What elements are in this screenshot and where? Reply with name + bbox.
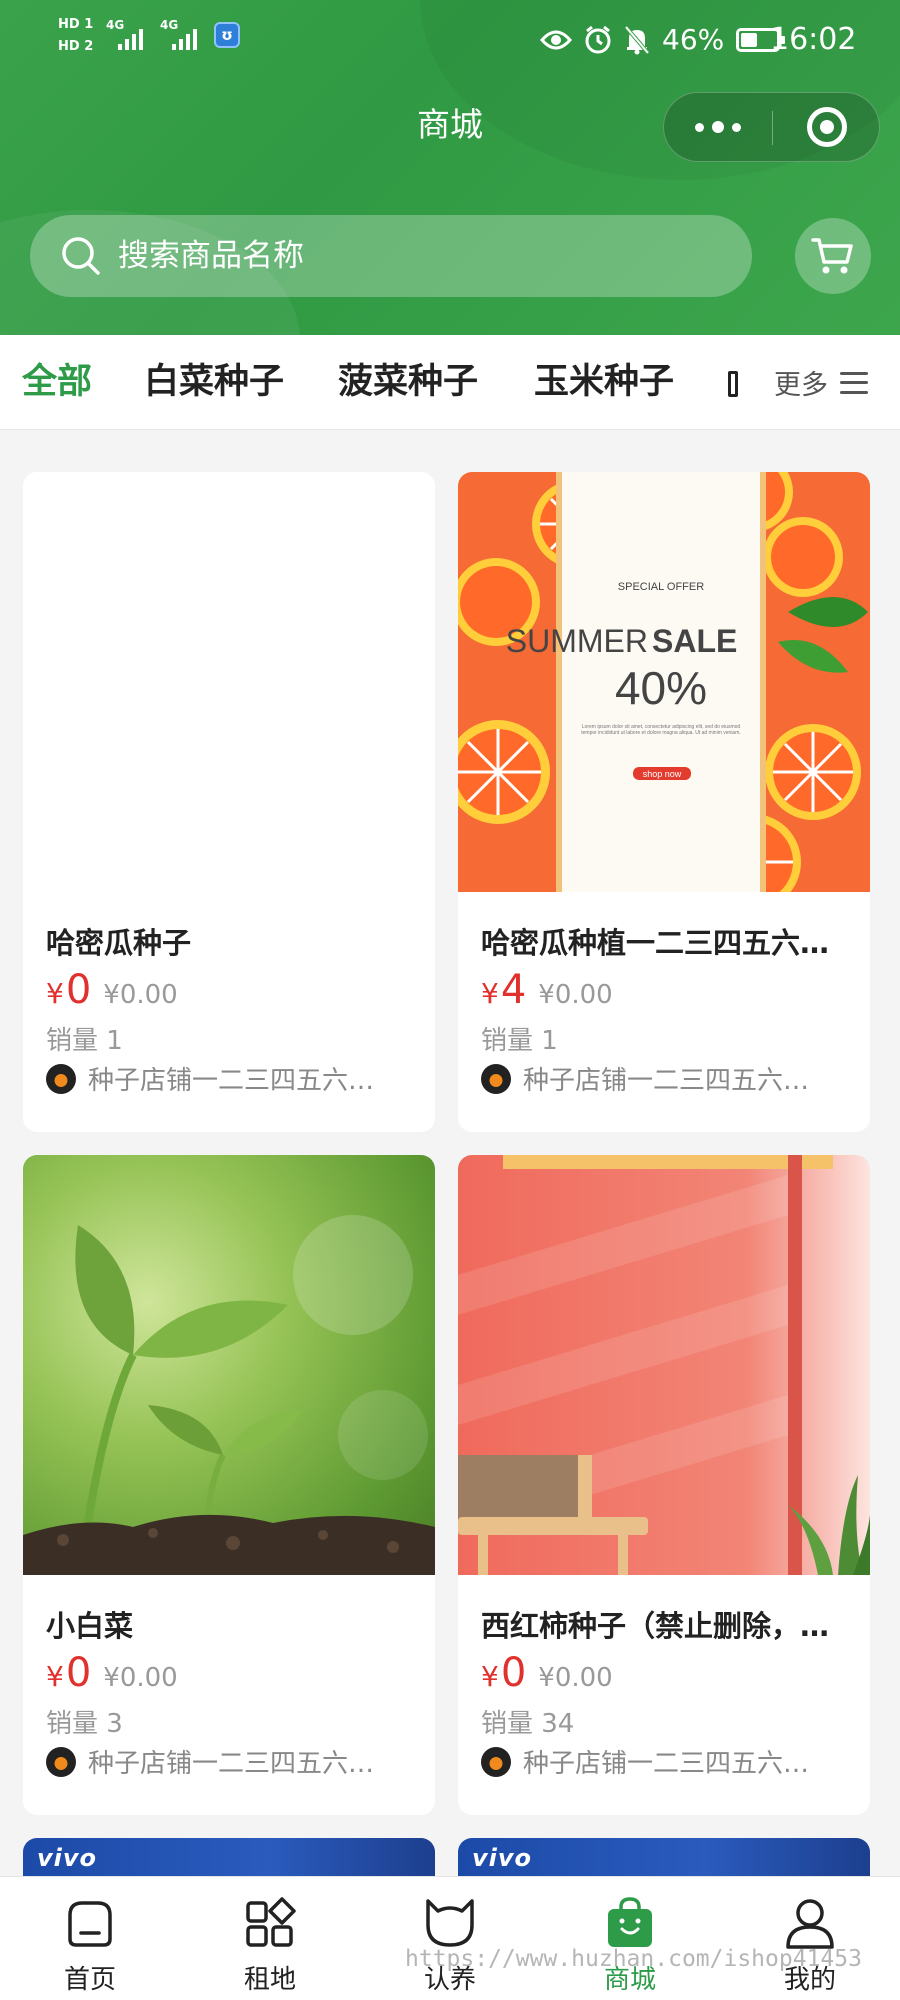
- status-icons: 46%: [540, 20, 786, 60]
- alarm-icon: [585, 25, 611, 54]
- product-card[interactable]: 西红柿种子（禁止删除，… ¥0 ¥0.00 销量 34 种子店铺一二三四五六…: [458, 1155, 870, 1815]
- shop-info[interactable]: 种子店铺一二三四五六…: [481, 1743, 851, 1780]
- vivo-logo: vivo: [37, 1844, 98, 1872]
- search-placeholder: 搜索商品名称: [118, 238, 304, 274]
- shop-name: 种子店铺一二三四五六…: [523, 1749, 810, 1779]
- percent-text: 40%: [615, 662, 707, 714]
- grid-icon: [246, 1897, 296, 1947]
- status-time: 16:02: [770, 22, 857, 57]
- tab-cabbage-seeds[interactable]: 白菜种子: [144, 335, 284, 430]
- hd2-label: HD 2: [58, 39, 94, 54]
- hd-indicators: HD 1 HD 2: [58, 14, 102, 58]
- tab-overflow-fragment: [728, 371, 738, 397]
- tab-corn-seeds[interactable]: 玉米种子: [534, 335, 674, 430]
- more-label: 更多: [774, 370, 828, 401]
- product-name: 西红柿种子（禁止删除，…: [481, 1609, 830, 1643]
- close-target-icon[interactable]: [773, 93, 881, 161]
- shop-info[interactable]: 种子店铺一二三四五六…: [46, 1743, 416, 1780]
- product-price: ¥0 ¥0.00: [481, 1650, 613, 1696]
- bottom-navigation: 首页 租地 认养 商城 我的: [0, 1876, 900, 2000]
- product-name: 小白菜: [46, 1609, 134, 1643]
- cat-icon: [426, 1899, 474, 1947]
- status-bar: HD 1 HD 2 4G 4G ʊ 46% 16:02: [0, 0, 900, 80]
- shop-logo: [46, 1063, 76, 1094]
- vivo-logo: vivo: [472, 1844, 533, 1872]
- original-price: ¥0.00: [538, 980, 613, 1010]
- battery-percent: 46%: [662, 23, 725, 56]
- signal-icon: 4G: [160, 18, 206, 50]
- search-icon: [62, 237, 100, 275]
- special-offer-text: SPECIAL OFFER: [618, 581, 704, 593]
- shop-logo: [481, 1063, 511, 1094]
- shop-logo: [481, 1746, 511, 1777]
- original-price: ¥0.00: [538, 1663, 613, 1693]
- original-price: ¥0.00: [103, 980, 178, 1010]
- product-card[interactable]: SPECIAL OFFER SUMMER SALE 40% Lorem ipsu…: [458, 472, 870, 1132]
- product-price: ¥0 ¥0.00: [46, 967, 178, 1013]
- sales-count: 销量 3: [46, 1709, 123, 1739]
- cart-button[interactable]: [795, 218, 871, 294]
- shop-logo: [46, 1746, 76, 1777]
- product-image-summer-sale: SPECIAL OFFER SUMMER SALE 40% Lorem ipsu…: [458, 472, 870, 892]
- nav-item-mine[interactable]: 我的: [730, 1877, 890, 2000]
- product-image-melon: [23, 472, 435, 892]
- product-image-sprout: [23, 1155, 435, 1575]
- more-dots-icon[interactable]: [664, 93, 772, 161]
- home-icon: [68, 1901, 112, 1947]
- shop-info[interactable]: 种子店铺一二三四五六…: [481, 1060, 851, 1097]
- product-image-room: [458, 1155, 870, 1575]
- sales-count: 销量 1: [46, 1026, 123, 1056]
- shop-now-text: shop now: [643, 769, 682, 779]
- signal-icon: 4G: [106, 18, 152, 50]
- mini-program-capsule: [663, 92, 880, 162]
- hd1-label: HD 1: [58, 17, 94, 32]
- product-card[interactable]: 哈密瓜种子 ¥0 ¥0.00 销量 1 种子店铺一二三四五六…: [23, 472, 435, 1132]
- more-categories-button[interactable]: 更多: [774, 335, 868, 430]
- shop-info[interactable]: 种子店铺一二三四五六…: [46, 1060, 416, 1097]
- shopping-bag-icon: [608, 1897, 652, 1947]
- shop-name: 种子店铺一二三四五六…: [523, 1066, 810, 1096]
- app-notification-icon: ʊ: [214, 22, 240, 48]
- nav-item-mall[interactable]: 商城: [550, 1877, 710, 2000]
- original-price: ¥0.00: [103, 1663, 178, 1693]
- user-icon: [786, 1899, 834, 1949]
- product-price: ¥4 ¥0.00: [481, 967, 613, 1013]
- cart-icon: [811, 238, 853, 274]
- nav-item-rent-land[interactable]: 租地: [190, 1877, 350, 2000]
- lorem-text: Lorem ipsum dolor sit amet, consectetur …: [581, 724, 741, 736]
- tab-spinach-seeds[interactable]: 菠菜种子: [338, 335, 478, 430]
- shop-name: 种子店铺一二三四五六…: [88, 1066, 375, 1096]
- nav-item-adopt[interactable]: 认养: [370, 1877, 530, 2000]
- search-input[interactable]: 搜索商品名称: [30, 215, 752, 297]
- menu-icon: [840, 371, 868, 394]
- eye-icon: [540, 30, 572, 50]
- shop-name: 种子店铺一二三四五六…: [88, 1749, 375, 1779]
- nav-item-home[interactable]: 首页: [10, 1877, 170, 2000]
- watermark: https://www.huzhan.com/ishop41453: [405, 1946, 862, 1972]
- header: HD 1 HD 2 4G 4G ʊ 46% 16:02 商城 搜索商品名称: [0, 0, 900, 335]
- product-name: 哈密瓜种植一二三四五六…: [481, 926, 830, 960]
- product-card[interactable]: 小白菜 ¥0 ¥0.00 销量 3 种子店铺一二三四五六…: [23, 1155, 435, 1815]
- summer-text: SUMMER: [506, 623, 648, 659]
- sales-count: 销量 1: [481, 1026, 558, 1056]
- product-name: 哈密瓜种子: [46, 926, 192, 960]
- mute-bell-icon: [624, 25, 650, 55]
- sale-text: SALE: [652, 623, 737, 659]
- sales-count: 销量 34: [481, 1709, 575, 1739]
- tab-all[interactable]: 全部: [22, 335, 92, 430]
- product-price: ¥0 ¥0.00: [46, 1650, 178, 1696]
- category-tabs: 全部 白菜种子 菠菜种子 玉米种子 更多: [0, 335, 900, 430]
